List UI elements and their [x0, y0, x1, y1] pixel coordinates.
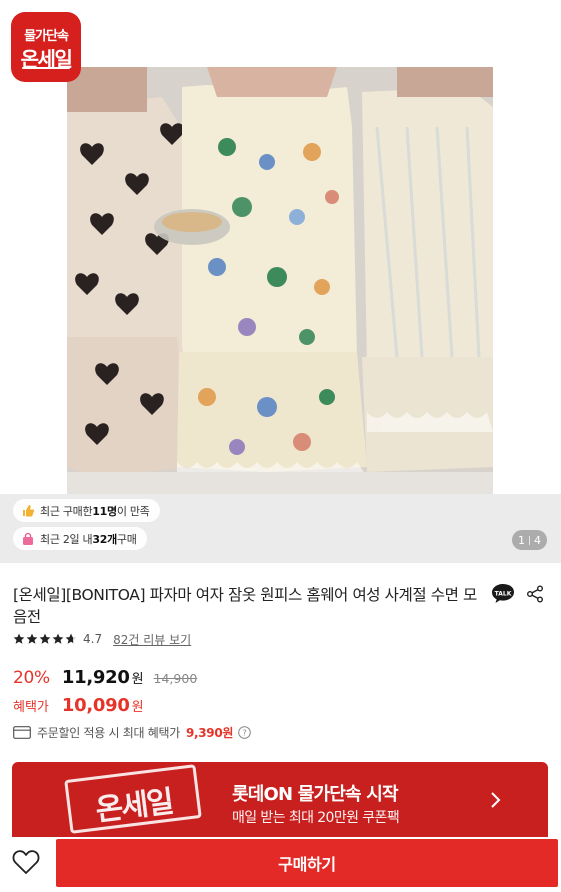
review-link[interactable]: 82건 리뷰 보기: [113, 631, 191, 648]
star-rating: [13, 633, 78, 645]
sale-price-unit: 원: [131, 672, 144, 687]
sale-price: 11,920: [61, 667, 130, 688]
badge1-count: 11명: [92, 504, 117, 518]
image-margin-right: [493, 0, 561, 563]
benefit-label: 혜택가: [13, 700, 49, 715]
stamp-text: 온세일: [93, 784, 175, 829]
star-icon: [65, 633, 77, 644]
banner-subtitle: 매일 받는 최대 20만원 쿠폰팩: [232, 810, 400, 826]
banner-title: 롯데ON 물가단속 시작: [232, 784, 399, 805]
badge1-suffix: 이 만족: [116, 504, 150, 518]
badge2-prefix: 최근 2일 내: [40, 532, 93, 546]
benefit-price-unit: 원: [131, 700, 144, 715]
logo-line1: 물가단속: [24, 29, 69, 44]
heart-wishlist-icon[interactable]: [11, 848, 41, 876]
share-icon[interactable]: [526, 585, 544, 603]
rating-score: 4.7: [83, 632, 103, 646]
rating-row: 4.7 82건 리뷰 보기: [13, 630, 191, 648]
badge2-count: 32개: [92, 532, 117, 546]
max-benefit-price: 9,390원: [185, 726, 234, 740]
svg-text:TALK: TALK: [495, 591, 512, 598]
badge1-prefix: 최근 구매한: [40, 504, 93, 518]
product-photo[interactable]: [67, 67, 493, 494]
onsale-stamp: 온세일: [64, 764, 202, 834]
image-margin-top: [0, 0, 561, 67]
onsale-logo-badge: 물가단속 온세일: [11, 12, 81, 82]
product-image-carousel[interactable]: 물가단속 온세일 최근 구매한 11명 이 만족 최근 2일 내 32개 구매 1…: [0, 0, 561, 563]
benefit-price-row: 혜택가 10,090 원: [13, 695, 144, 716]
star-icon: [39, 633, 51, 644]
thumbs-up-icon: [23, 504, 35, 516]
counter-separator: [529, 535, 530, 545]
buy-button[interactable]: 구매하기: [56, 839, 558, 887]
star-icon: [13, 633, 25, 644]
price-row: 20% 11,920 원 14,900: [13, 667, 197, 688]
credit-card-icon: [13, 726, 31, 739]
recent-purchase-badge: 최근 2일 내 32개 구매: [13, 527, 147, 550]
talk-chat-icon[interactable]: TALK: [491, 583, 515, 604]
bottom-action-bar: 구매하기: [0, 837, 561, 892]
discount-rate: 20%: [13, 668, 50, 688]
product-title: [온세일][BONITOA] 파자마 여자 잠옷 원피스 홈웨어 여성 사계절 …: [13, 586, 477, 626]
svg-text:?: ?: [243, 728, 247, 737]
badge2-suffix: 구매: [116, 532, 137, 546]
question-circle-icon[interactable]: ?: [238, 726, 251, 739]
recent-satisfaction-badge: 최근 구매한 11명 이 만족: [13, 499, 160, 522]
image-margin-left: [0, 0, 67, 563]
counter-current: 1: [518, 533, 525, 547]
benefit-price: 10,090: [61, 695, 130, 716]
image-page-counter: 1 4: [512, 530, 547, 550]
shopping-bag-icon: [23, 532, 33, 545]
star-icon: [52, 633, 64, 644]
max-benefit-row: 주문할인 적용 시 최대 혜택가 9,390원 ?: [13, 724, 251, 741]
original-price: 14,900: [153, 671, 198, 686]
max-benefit-text: 주문할인 적용 시 최대 혜택가: [37, 726, 180, 740]
logo-underline: [22, 67, 70, 69]
promo-banner[interactable]: 온세일 롯데ON 물가단속 시작 매일 받는 최대 20만원 쿠폰팩: [12, 762, 548, 837]
star-icon: [26, 633, 38, 644]
chevron-right-icon: [491, 792, 501, 808]
counter-total: 4: [534, 533, 541, 547]
